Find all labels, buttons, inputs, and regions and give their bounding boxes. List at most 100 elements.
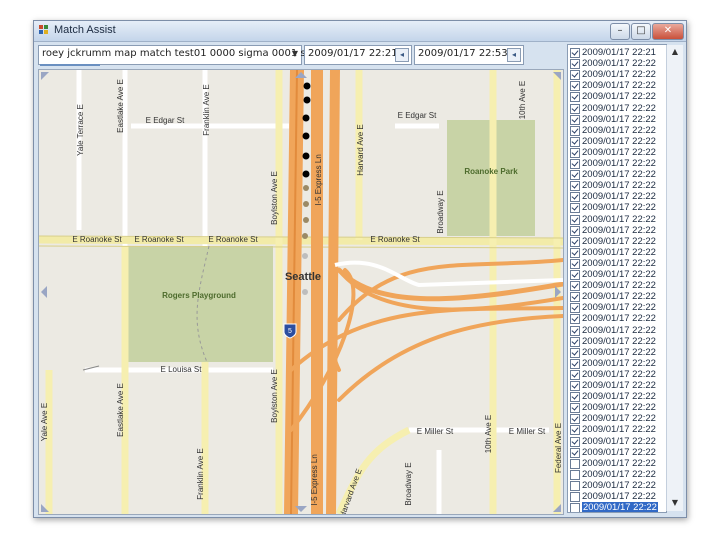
timestamp-row[interactable]: 2009/01/17 22:22 xyxy=(568,347,664,358)
timestamp-row[interactable]: 2009/01/17 22:22 xyxy=(568,91,664,103)
timestamp-checkbox[interactable] xyxy=(570,147,580,158)
timestamp-checkbox[interactable] xyxy=(570,203,580,214)
timestamp-row[interactable]: 2009/01/17 22:22 xyxy=(568,202,664,214)
timestamp-checkbox[interactable] xyxy=(570,192,580,203)
timestamp-checkbox[interactable] xyxy=(570,392,580,403)
timestamp-checkbox[interactable] xyxy=(570,458,580,469)
timestamp-row[interactable]: 2009/01/17 22:22 xyxy=(568,69,664,81)
gps-point[interactable] xyxy=(302,152,310,160)
timestamp-checkbox[interactable] xyxy=(570,336,580,347)
timestamp-row[interactable]: 2009/01/17 22:22 xyxy=(568,180,664,192)
map-view[interactable]: 5 Seattle Roanoke Park Rogers Playground… xyxy=(38,69,564,515)
timestamp-row[interactable]: 2009/01/17 22:22 xyxy=(568,358,664,369)
gps-point[interactable] xyxy=(303,217,309,223)
gps-point[interactable] xyxy=(303,96,311,104)
gps-point[interactable] xyxy=(302,233,308,239)
timestamp-checkbox[interactable] xyxy=(570,469,580,480)
timestamp-checkbox[interactable] xyxy=(570,292,580,303)
timestamp-row[interactable]: 2009/01/17 22:22 xyxy=(568,103,664,114)
timestamp-row[interactable]: 2009/01/17 22:22 xyxy=(568,114,664,125)
timestamp-list[interactable]: 2009/01/17 22:21 2009/01/17 22:22 2009/01/… xyxy=(567,44,667,513)
timestamp-checkbox[interactable] xyxy=(570,225,580,236)
timestamp-row[interactable]: 2009/01/17 22:22 xyxy=(568,391,664,403)
pan-up-left-icon[interactable] xyxy=(41,72,49,80)
timestamp-row[interactable]: 2009/01/17 22:22 xyxy=(568,325,664,336)
timestamp-row[interactable]: 2009/01/17 22:22 xyxy=(568,58,664,70)
gps-point[interactable] xyxy=(302,289,308,295)
timestamp-checkbox[interactable] xyxy=(570,136,580,147)
timestamp-row[interactable]: 2009/01/17 22:22 xyxy=(568,291,664,303)
gps-point[interactable] xyxy=(302,253,308,259)
timestamp-row[interactable]: 2009/01/17 22:22 xyxy=(568,236,664,247)
chevron-down-icon[interactable]: ▼ xyxy=(292,49,298,58)
timestamp-checkbox[interactable] xyxy=(570,81,580,92)
timestamp-checkbox[interactable] xyxy=(570,425,580,436)
timestamp-checkbox[interactable] xyxy=(570,303,580,314)
scroll-up-icon[interactable]: ▲ xyxy=(669,46,681,58)
timestamp-checkbox[interactable] xyxy=(570,414,580,425)
timestamp-checkbox[interactable] xyxy=(570,447,580,458)
maximize-button[interactable]: □ xyxy=(631,23,651,40)
dataset-dropdown[interactable]: roey jckrumm map match test01 0000 sigma… xyxy=(38,45,317,65)
timestamp-checkbox[interactable] xyxy=(570,103,580,114)
timestamp-row[interactable]: 2009/01/17 22:22 xyxy=(568,247,664,258)
gps-point[interactable] xyxy=(303,185,309,191)
gps-point[interactable] xyxy=(303,201,309,207)
timestamp-checkbox[interactable] xyxy=(570,347,580,358)
timestamp-checkbox[interactable] xyxy=(570,70,580,81)
calendar-icon[interactable]: ◂ xyxy=(395,48,409,62)
timestamp-checkbox[interactable] xyxy=(570,258,580,269)
timestamp-row[interactable]: 2009/01/17 22:22 xyxy=(568,369,664,380)
scroll-down-icon[interactable]: ▼ xyxy=(669,497,681,509)
timestamp-checkbox[interactable] xyxy=(570,214,580,225)
timestamp-row[interactable]: 2009/01/17 22:22 xyxy=(568,225,664,236)
timestamp-row[interactable]: 2009/01/17 22:22 xyxy=(568,469,664,480)
timestamp-row[interactable]: 2009/01/17 22:22 xyxy=(568,214,664,225)
timestamp-row[interactable]: 2009/01/17 22:22 xyxy=(568,125,664,136)
timestamp-row[interactable]: 2009/01/17 22:22 xyxy=(568,147,664,158)
timestamp-row[interactable]: 2009/01/17 22:22 xyxy=(568,458,664,469)
timestamp-checkbox[interactable] xyxy=(570,492,580,502)
timestamp-row[interactable]: 2009/01/17 22:22 xyxy=(568,302,664,314)
pan-left-icon[interactable] xyxy=(41,286,47,298)
timestamp-checkbox[interactable] xyxy=(570,314,580,325)
close-button[interactable]: ✕ xyxy=(652,23,684,40)
start-time-picker[interactable]: 2009/01/17 22:21 ◂ xyxy=(304,45,412,65)
timestamp-checkbox[interactable] xyxy=(570,114,580,125)
timestamp-checkbox[interactable] xyxy=(570,369,580,380)
timestamp-checkbox[interactable] xyxy=(570,270,580,280)
timestamp-row[interactable]: 2009/01/17 22:22 xyxy=(568,413,664,425)
minimize-button[interactable]: – xyxy=(610,23,630,40)
timestamp-row[interactable]: 2009/01/17 22:22 xyxy=(568,502,664,512)
timestamp-row[interactable]: 2009/01/17 22:22 xyxy=(568,447,664,458)
timestamp-row[interactable]: 2009/01/17 22:22 xyxy=(568,424,664,436)
timestamp-row[interactable]: 2009/01/17 22:21 xyxy=(568,47,664,58)
gps-point[interactable] xyxy=(303,82,311,90)
timestamp-checkbox[interactable] xyxy=(570,159,580,169)
timestamp-checkbox[interactable] xyxy=(570,125,580,136)
gps-point[interactable] xyxy=(302,132,310,140)
timestamp-checkbox[interactable] xyxy=(570,403,580,414)
timestamp-row[interactable]: 2009/01/17 22:22 xyxy=(568,336,664,347)
timestamp-checkbox[interactable] xyxy=(570,358,580,369)
timestamp-checkbox[interactable] xyxy=(570,181,580,192)
timestamp-checkbox[interactable] xyxy=(570,480,580,491)
timestamp-row[interactable]: 2009/01/17 22:22 xyxy=(568,280,664,292)
timestamp-row[interactable]: 2009/01/17 22:22 xyxy=(568,402,664,414)
gps-point[interactable] xyxy=(302,170,310,178)
timestamp-row[interactable]: 2009/01/17 22:22 xyxy=(568,480,664,491)
timestamp-checkbox[interactable] xyxy=(570,48,580,58)
timestamp-checkbox[interactable] xyxy=(570,503,580,512)
calendar-icon[interactable]: ◂ xyxy=(507,48,521,62)
timestamp-checkbox[interactable] xyxy=(570,381,580,391)
timestamp-row[interactable]: 2009/01/17 22:22 xyxy=(568,436,664,447)
timestamp-row[interactable]: 2009/01/17 22:22 xyxy=(568,80,664,92)
title-bar[interactable]: Match Assist – □ ✕ xyxy=(34,21,686,42)
end-time-picker[interactable]: 2009/01/17 22:53 ◂ xyxy=(414,45,524,65)
timestamp-row[interactable]: 2009/01/17 22:22 xyxy=(568,191,664,203)
map-canvas[interactable]: 5 Seattle Roanoke Park Rogers Playground… xyxy=(39,70,563,514)
timestamp-checkbox[interactable] xyxy=(570,170,580,181)
timestamp-checkbox[interactable] xyxy=(570,247,580,258)
timestamp-row[interactable]: 2009/01/17 22:22 xyxy=(568,269,664,280)
timestamp-row[interactable]: 2009/01/17 22:22 xyxy=(568,313,664,325)
